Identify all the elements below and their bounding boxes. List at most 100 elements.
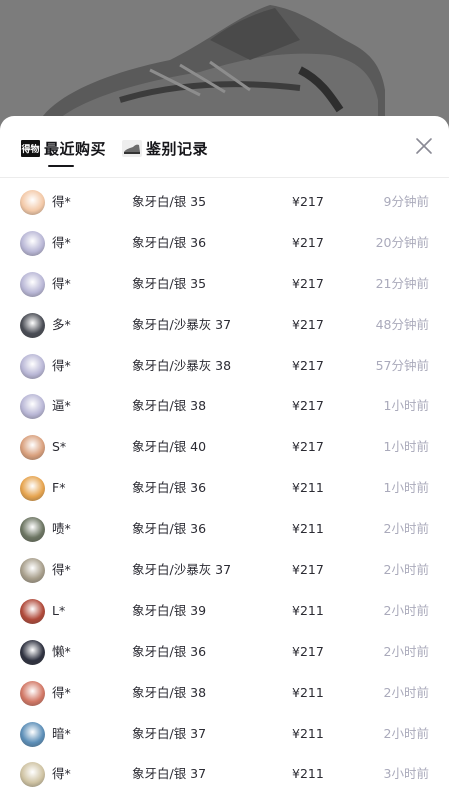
price: ¥211 (292, 766, 324, 782)
price: ¥217 (292, 194, 324, 209)
purchase-time: 3小时前 (383, 766, 429, 782)
purchase-time: 20分钟前 (375, 234, 429, 250)
buyer-name: 啧* (52, 521, 71, 537)
purchase-record-row: 得* 象牙白/银 35 ¥217 9分钟前 (0, 182, 449, 223)
active-tab-indicator (48, 165, 74, 167)
price: ¥211 (292, 602, 324, 618)
avatar (20, 762, 45, 788)
purchase-record-row: 得* 象牙白/银 35 ¥217 21分钟前 (0, 264, 449, 305)
purchase-record-row: 啧* 象牙白/银 36 ¥211 2小时前 (0, 509, 449, 550)
buyer-name: 得* (52, 766, 71, 782)
purchase-time: 48分钟前 (375, 316, 429, 332)
purchase-time: 57分钟前 (375, 357, 429, 373)
buyer-name: 暗* (52, 725, 71, 741)
purchase-time: 21分钟前 (375, 275, 429, 291)
price: ¥211 (292, 521, 324, 537)
product-spec: 象牙白/银 36 (132, 643, 207, 659)
tab-authentication-records-label: 鉴别记录 (146, 139, 209, 158)
buyer-name: 多* (52, 316, 71, 332)
buyer-name: 得* (52, 562, 71, 578)
price: ¥217 (292, 643, 324, 659)
price: ¥217 (292, 439, 324, 455)
buyer-name: S* (52, 439, 67, 455)
buyer-name: F* (52, 480, 66, 496)
buyer-name: 得* (52, 194, 71, 209)
buyer-name: 得* (52, 234, 71, 250)
avatar (20, 435, 45, 461)
price: ¥217 (292, 275, 324, 291)
purchase-time: 2小时前 (383, 684, 429, 700)
purchase-time: 2小时前 (383, 562, 429, 578)
avatar (20, 394, 45, 420)
product-spec: 象牙白/银 37 (132, 725, 207, 741)
price: ¥217 (292, 234, 324, 250)
product-spec: 象牙白/银 36 (132, 234, 207, 250)
avatar (20, 230, 45, 256)
avatar (20, 312, 45, 338)
price: ¥217 (292, 357, 324, 373)
purchase-record-row: 懒* 象牙白/银 36 ¥217 2小时前 (0, 632, 449, 673)
purchase-record-list: 得* 象牙白/银 35 ¥217 9分钟前 得* 象牙白/银 36 ¥217 20分钟前 得* 象… (0, 182, 449, 795)
tab-authentication-records[interactable]: 鉴别记录 (122, 136, 208, 160)
dewu-logo-icon: 得物 (21, 139, 40, 157)
product-spec: 象牙白/沙暴灰 37 (132, 316, 232, 332)
price: ¥211 (292, 725, 324, 741)
purchase-record-row: 多* 象牙白/沙暴灰 37 ¥217 48分钟前 (0, 305, 449, 346)
purchase-record-row: L* 象牙白/银 39 ¥211 2小时前 (0, 591, 449, 632)
purchase-time: 2小时前 (383, 602, 429, 618)
avatar (20, 558, 45, 584)
avatar (20, 353, 45, 379)
buyer-name: 得* (52, 275, 71, 291)
purchase-record-row: 得* 象牙白/银 37 ¥211 3小时前 (0, 754, 449, 795)
avatar (20, 639, 45, 665)
purchase-time: 2小时前 (383, 643, 429, 659)
purchase-time: 2小时前 (383, 725, 429, 741)
purchase-time: 1小时前 (383, 398, 429, 414)
avatar (20, 271, 45, 297)
purchase-record-row: S* 象牙白/银 40 ¥217 1小时前 (0, 427, 449, 468)
purchase-record-row: F* 象牙白/银 36 ¥211 1小时前 (0, 468, 449, 509)
product-spec: 象牙白/银 37 (132, 766, 207, 782)
avatar (20, 517, 45, 543)
purchase-time: 1小时前 (383, 480, 429, 496)
price: ¥217 (292, 398, 324, 414)
product-spec: 象牙白/银 35 (132, 194, 207, 209)
avatar (20, 598, 45, 624)
buyer-name: 逼* (52, 398, 71, 414)
tab-recent-purchases[interactable]: 得物 最近购买 (21, 136, 106, 160)
product-spec: 象牙白/银 35 (132, 275, 207, 291)
avatar (20, 190, 45, 215)
sneaker-icon (122, 139, 142, 157)
avatar (20, 680, 45, 706)
recent-purchases-sheet: 得物 最近购买 鉴别记录 得* 象牙白/银 35 ¥217 9分钟前 得* 象牙白/银 3… (0, 116, 449, 800)
purchase-time: 9分钟前 (383, 194, 429, 209)
price: ¥217 (292, 562, 324, 578)
price: ¥211 (292, 684, 324, 700)
buyer-name: 得* (52, 357, 71, 373)
product-spec: 象牙白/银 36 (132, 480, 207, 496)
product-spec: 象牙白/银 38 (132, 684, 207, 700)
purchase-time: 1小时前 (383, 439, 429, 455)
buyer-name: 懒* (52, 643, 71, 659)
tab-recent-purchases-label: 最近购买 (44, 139, 107, 158)
price: ¥217 (292, 316, 324, 332)
product-spec: 象牙白/银 36 (132, 521, 207, 537)
purchase-record-row: 得* 象牙白/银 38 ¥211 2小时前 (0, 673, 449, 714)
purchase-record-row: 得* 象牙白/银 36 ¥217 20分钟前 (0, 223, 449, 264)
price: ¥211 (292, 480, 324, 496)
close-icon[interactable] (415, 137, 433, 155)
purchase-record-row: 得* 象牙白/沙暴灰 37 ¥217 2小时前 (0, 550, 449, 591)
purchase-record-row: 暗* 象牙白/银 37 ¥211 2小时前 (0, 714, 449, 755)
product-spec: 象牙白/沙暴灰 38 (132, 357, 232, 373)
buyer-name: L* (52, 602, 66, 618)
buyer-name: 得* (52, 684, 71, 700)
product-spec: 象牙白/银 40 (132, 439, 207, 455)
tab-bar: 得物 最近购买 鉴别记录 (0, 116, 449, 178)
avatar (20, 476, 45, 502)
product-spec: 象牙白/银 38 (132, 398, 207, 414)
purchase-record-row: 逼* 象牙白/银 38 ¥217 1小时前 (0, 386, 449, 427)
product-spec: 象牙白/银 39 (132, 602, 207, 618)
purchase-time: 2小时前 (383, 521, 429, 537)
purchase-record-row: 得* 象牙白/沙暴灰 38 ¥217 57分钟前 (0, 346, 449, 387)
avatar (20, 721, 45, 747)
